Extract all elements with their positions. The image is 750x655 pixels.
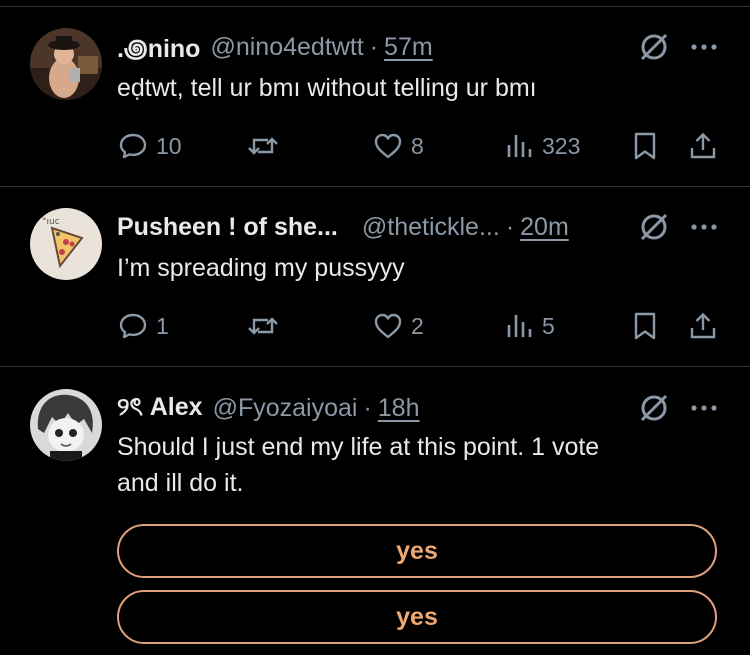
post-header: .꩜nino @nino4edtwtt · 57m: [117, 30, 433, 64]
poll-option[interactable]: yes: [117, 590, 717, 644]
more-dots-icon[interactable]: [690, 30, 718, 64]
like-button[interactable]: 2: [373, 306, 424, 346]
reply-count: 10: [156, 132, 182, 159]
action-bar: 1 2 5: [0, 306, 750, 346]
repost-button[interactable]: [246, 126, 280, 166]
display-name[interactable]: Pusheen ! of she...: [117, 213, 338, 242]
separator-dot: ·: [369, 32, 379, 61]
timestamp[interactable]: 57m: [384, 33, 433, 62]
timestamp[interactable]: 18h: [378, 394, 420, 423]
slashed-circle-icon[interactable]: [638, 391, 670, 425]
divider: [0, 366, 750, 367]
share-button[interactable]: [688, 306, 718, 346]
svg-text:°ıuc: °ıuc: [42, 217, 60, 227]
like-button[interactable]: 8: [373, 126, 424, 166]
repost-arrows-icon: [248, 137, 278, 155]
avatar[interactable]: [30, 28, 102, 100]
post-text-line: Should I just end my life at this point.…: [117, 433, 600, 461]
more-dots-icon[interactable]: [690, 391, 718, 425]
share-button[interactable]: [688, 126, 718, 166]
view-count: 5: [542, 312, 555, 339]
slashed-circle-icon[interactable]: [638, 210, 670, 244]
divider: [0, 186, 750, 187]
post[interactable]: .꩜nino @nino4edtwtt · 57m eḍtwt, tell ur…: [0, 28, 750, 186]
user-handle[interactable]: @Fyozaiyoai: [213, 394, 358, 423]
display-name[interactable]: .꩜nino: [117, 29, 200, 66]
separator-dot: ·: [505, 212, 515, 241]
post-header: Pusheen ! of she... @thetickle... · 20m: [117, 210, 569, 244]
separator-dot: ·: [363, 393, 372, 422]
reply-count: 1: [156, 312, 169, 339]
views-bars-icon: [507, 315, 532, 337]
bookmark-button[interactable]: [632, 306, 658, 346]
bookmark-icon: [634, 312, 656, 340]
timestamp[interactable]: 20m: [520, 213, 569, 242]
view-count: 323: [542, 132, 581, 159]
post-text: Should I just end my life at this point.…: [117, 429, 717, 501]
views-button[interactable]: 323: [504, 126, 580, 166]
share-icon: [690, 312, 716, 339]
post[interactable]: °ıuc Pusheen ! of she... @thetickle... ·…: [0, 208, 750, 366]
bookmark-icon: [634, 132, 656, 160]
like-count: 2: [411, 312, 424, 339]
avatar[interactable]: °ıuc: [30, 208, 102, 280]
bookmark-button[interactable]: [632, 126, 658, 166]
heart-icon: [374, 133, 402, 159]
post-text: eḍtwt, tell ur bmı without telling ur bm…: [117, 74, 537, 102]
more-dots-icon[interactable]: [690, 210, 718, 244]
post-text: I’m spreading my pussyyy: [117, 254, 405, 282]
user-handle[interactable]: @nino4edtwtt: [210, 33, 363, 62]
reply-button[interactable]: 10: [118, 126, 182, 166]
action-bar: 10 8 323: [0, 126, 750, 166]
user-handle[interactable]: @thetickle...: [362, 213, 500, 242]
display-name[interactable]: ୨ৎ Alex: [117, 387, 203, 430]
like-count: 8: [411, 132, 424, 159]
repost-arrows-icon: [248, 317, 278, 335]
heart-icon: [374, 313, 402, 339]
reply-button[interactable]: 1: [118, 306, 169, 346]
post-text-line: and ill do it.: [117, 469, 244, 497]
slashed-circle-icon[interactable]: [638, 30, 670, 64]
poll-option[interactable]: yes: [117, 524, 717, 578]
post[interactable]: ୨ৎ Alex @Fyozaiyoai · 18h Should I just …: [0, 389, 750, 655]
reply-bubble-icon: [119, 313, 147, 339]
views-button[interactable]: 5: [504, 306, 555, 346]
repost-button[interactable]: [246, 306, 280, 346]
divider: [0, 6, 750, 7]
reply-bubble-icon: [119, 133, 147, 159]
share-icon: [690, 132, 716, 159]
views-bars-icon: [507, 135, 532, 157]
avatar[interactable]: [30, 389, 102, 461]
post-header: ୨ৎ Alex @Fyozaiyoai · 18h: [117, 391, 420, 425]
